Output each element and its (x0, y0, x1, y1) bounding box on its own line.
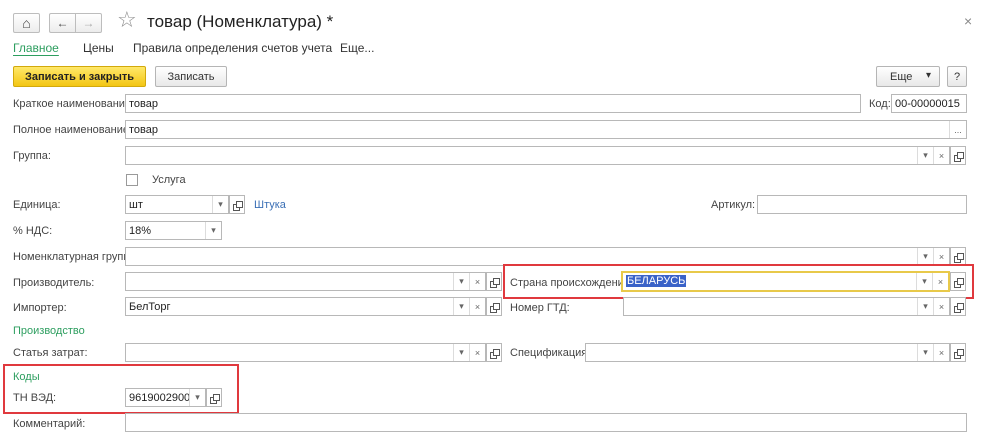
home-button[interactable]: ⌂ (13, 13, 40, 33)
production-section-title: Производство (13, 325, 85, 337)
open-form-icon (490, 277, 500, 288)
service-label: Услуга (152, 174, 186, 186)
producer-label: Производитель: (13, 277, 95, 289)
full-name-label: Полное наименование: (13, 124, 133, 136)
short-name-input[interactable]: товар (125, 94, 861, 113)
comment-input[interactable] (125, 413, 967, 432)
forward-button[interactable]: → (75, 13, 102, 33)
short-name-value: товар (129, 98, 158, 110)
home-icon: ⌂ (22, 15, 31, 31)
gtd-clear-icon[interactable]: × (933, 298, 949, 315)
favorite-star-icon[interactable]: ☆ (117, 9, 137, 31)
code-value: 00-00000015 (895, 98, 960, 110)
open-form-icon (954, 151, 964, 162)
short-name-label: Краткое наименование: (13, 98, 135, 110)
highlight-frame-codes (3, 364, 239, 414)
gtd-input[interactable]: ▾ × (623, 297, 950, 316)
tab-main[interactable]: Главное (13, 41, 59, 55)
chevron-down-icon: ▾ (925, 70, 931, 81)
back-arrow-icon: ← (56, 16, 69, 30)
full-name-value: товар (129, 124, 158, 136)
spec-open-button[interactable] (950, 343, 966, 362)
producer-input[interactable]: ▾ × (125, 272, 486, 291)
group-dropdown-icon[interactable]: ▾ (917, 147, 933, 164)
article-label: Артикул: (711, 199, 756, 211)
vat-label: % НДС: (13, 225, 53, 237)
gtd-open-button[interactable] (950, 297, 966, 316)
highlight-frame-country (503, 264, 974, 299)
tab-more[interactable]: Еще... (340, 41, 374, 55)
back-button[interactable]: ← (49, 13, 75, 33)
nom-group-label: Номенклатурная группа: (13, 251, 139, 263)
vat-value: 18% (129, 225, 152, 237)
group-input[interactable]: ▾ × (125, 146, 950, 165)
tab-account-rules[interactable]: Правила определения счетов учета (133, 41, 332, 55)
unit-dropdown-icon[interactable]: ▾ (212, 196, 228, 213)
importer-open-button[interactable] (486, 297, 502, 316)
importer-input[interactable]: БелТорг ▾ × (125, 297, 486, 316)
article-input[interactable] (757, 195, 967, 214)
importer-dropdown-icon[interactable]: ▾ (453, 298, 469, 315)
group-open-button[interactable] (950, 146, 966, 165)
unit-full-name-link[interactable]: Штука (254, 199, 286, 211)
open-form-icon (490, 348, 500, 359)
unit-label: Единица: (13, 199, 61, 211)
cost-item-input[interactable]: ▾ × (125, 343, 486, 362)
open-form-icon (233, 200, 243, 211)
importer-clear-icon[interactable]: × (469, 298, 485, 315)
vat-select[interactable]: 18% ▾ (125, 221, 222, 240)
open-form-icon (954, 348, 964, 359)
vat-dropdown-icon[interactable]: ▾ (205, 222, 221, 239)
producer-clear-icon[interactable]: × (469, 273, 485, 290)
service-checkbox[interactable] (126, 174, 138, 186)
cost-item-dropdown-icon[interactable]: ▾ (453, 344, 469, 361)
spec-label: Спецификация: (510, 347, 591, 359)
producer-open-button[interactable] (486, 272, 502, 291)
save-button[interactable]: Записать (155, 66, 227, 87)
cost-item-label: Статья затрат: (13, 347, 88, 359)
gtd-dropdown-icon[interactable]: ▾ (917, 298, 933, 315)
save-and-close-button[interactable]: Записать и закрыть (13, 66, 146, 87)
full-name-input[interactable]: товар ... (125, 120, 967, 139)
open-form-icon (954, 252, 964, 263)
close-icon[interactable]: × (964, 13, 972, 29)
cost-item-clear-icon[interactable]: × (469, 344, 485, 361)
more-menu-label: Еще (890, 70, 913, 83)
group-label: Группа: (13, 150, 51, 162)
unit-input[interactable]: шт ▾ (125, 195, 229, 214)
spec-input[interactable]: ▾ × (585, 343, 950, 362)
window-title: товар (Номенклатура) * (147, 12, 334, 31)
group-clear-icon[interactable]: × (933, 147, 949, 164)
comment-label: Комментарий: (13, 418, 86, 430)
code-input[interactable]: 00-00000015 (891, 94, 967, 113)
unit-value: шт (129, 199, 143, 211)
importer-value: БелТорг (129, 301, 171, 313)
spec-dropdown-icon[interactable]: ▾ (917, 344, 933, 361)
producer-dropdown-icon[interactable]: ▾ (453, 273, 469, 290)
cost-item-open-button[interactable] (486, 343, 502, 362)
forward-arrow-icon: → (82, 16, 95, 30)
nom-group-clear-icon[interactable]: × (933, 248, 949, 265)
more-menu-button[interactable]: Еще ▾ (876, 66, 940, 87)
code-label: Код: (869, 98, 891, 110)
open-form-icon (490, 302, 500, 313)
unit-open-button[interactable] (229, 195, 245, 214)
importer-label: Импортер: (13, 302, 67, 314)
help-button[interactable]: ? (947, 66, 967, 87)
tab-prices[interactable]: Цены (83, 41, 114, 55)
nom-group-dropdown-icon[interactable]: ▾ (917, 248, 933, 265)
open-form-icon (954, 302, 964, 313)
full-name-ellipsis-button[interactable]: ... (949, 121, 966, 138)
spec-clear-icon[interactable]: × (933, 344, 949, 361)
gtd-label: Номер ГТД: (510, 302, 570, 314)
